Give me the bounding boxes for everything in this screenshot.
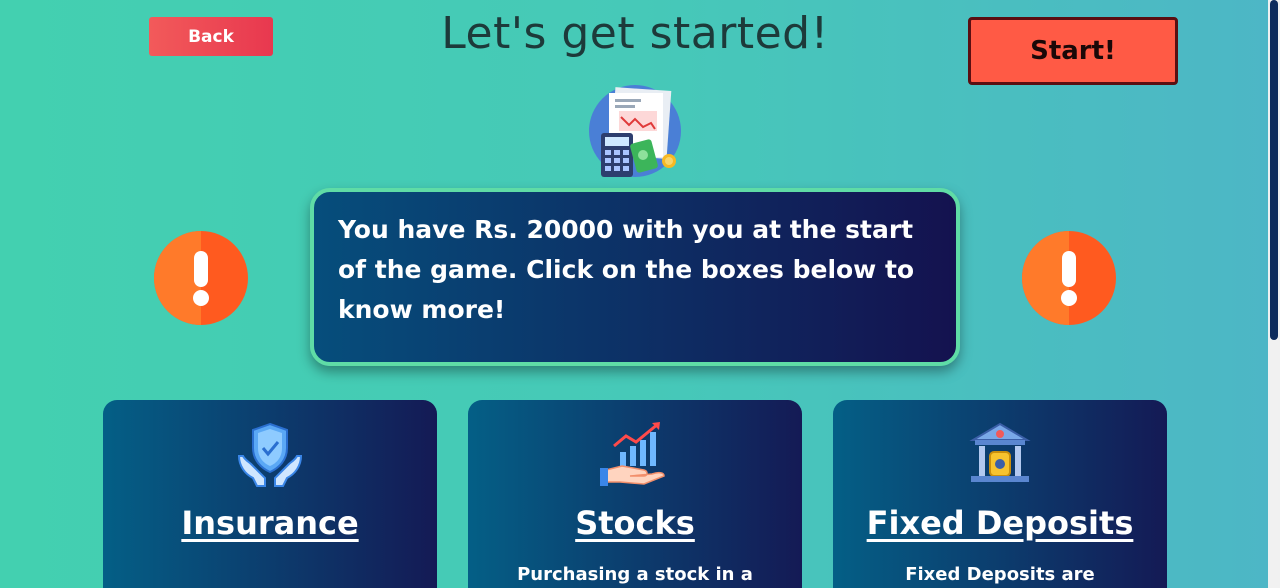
insurance-hands-shield-icon <box>237 422 303 487</box>
info-message-box: You have Rs. 20000 with you at the start… <box>310 188 960 366</box>
scrollbar[interactable] <box>1268 0 1280 588</box>
start-button[interactable]: Start! <box>968 17 1178 85</box>
insurance-title: Insurance <box>181 504 359 542</box>
fixed-deposits-title: Fixed Deposits <box>866 504 1134 542</box>
finance-calculator-icon <box>589 85 681 177</box>
stocks-card[interactable]: Stocks Purchasing a stock in a <box>468 400 802 588</box>
insurance-card[interactable]: Insurance <box>103 400 437 588</box>
fixed-deposits-description: Fixed Deposits are <box>905 564 1095 585</box>
alert-exclamation-icon <box>1022 231 1116 325</box>
info-message: You have Rs. 20000 with you at the start… <box>338 215 915 324</box>
scrollbar-thumb[interactable] <box>1270 0 1278 340</box>
bank-building-icon <box>969 422 1031 482</box>
alert-exclamation-icon <box>154 231 248 325</box>
stocks-title: Stocks <box>575 504 695 542</box>
fixed-deposits-card[interactable]: Fixed Deposits Fixed Deposits are <box>833 400 1167 588</box>
stocks-description: Purchasing a stock in a <box>517 564 753 585</box>
stocks-growth-hand-icon <box>600 422 665 486</box>
